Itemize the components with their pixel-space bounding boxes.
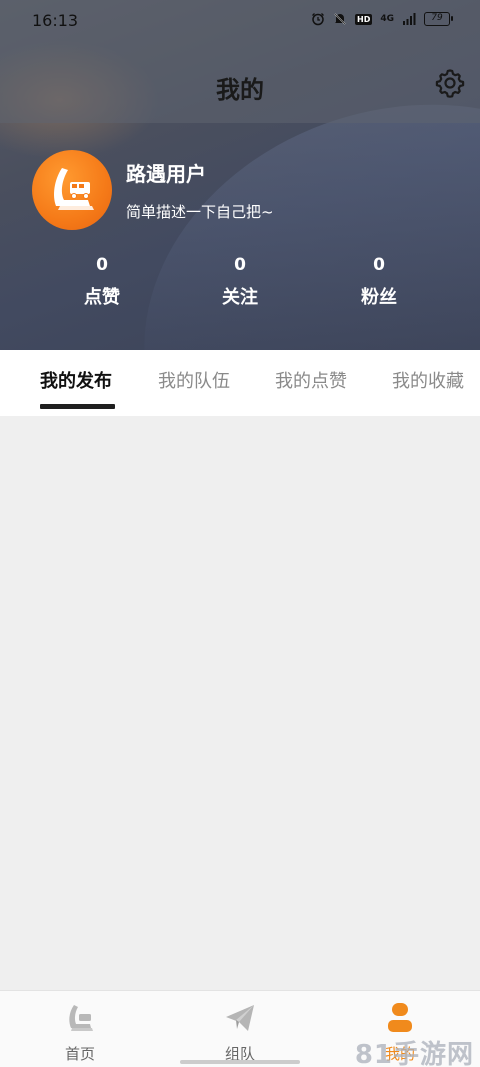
avatar[interactable]	[32, 150, 112, 230]
watermark: 81手游网	[354, 1040, 474, 1067]
nav-home-label: 首页	[64, 1045, 95, 1063]
stat-likes-label: 点赞	[84, 287, 120, 308]
paper-plane-icon	[226, 1005, 254, 1031]
tab-my-teams[interactable]: 我的队伍	[158, 367, 230, 393]
profile-tabs: 我的发布 我的队伍 我的点赞 我的收藏	[0, 350, 480, 416]
network-type: 4G	[380, 14, 394, 24]
user-icon	[388, 1003, 412, 1032]
profile-card[interactable]: 路遇用户 简单描述一下自己把~	[32, 150, 274, 230]
stat-following-label: 关注	[222, 287, 258, 308]
tab-my-posts[interactable]: 我的发布	[40, 367, 112, 393]
tab-active-indicator	[40, 404, 115, 409]
stat-fans-count: 0	[373, 255, 385, 275]
home-logo-icon	[69, 1005, 93, 1031]
status-bar: 16:13 HD 4G 79	[0, 0, 480, 40]
nav-home[interactable]: 首页	[40, 1001, 120, 1064]
user-info: 路遇用户 简单描述一下自己把~	[126, 158, 274, 222]
status-time: 16:13	[32, 11, 79, 30]
nav-team[interactable]: 组队	[200, 1001, 280, 1064]
page-title: 我的	[216, 76, 264, 104]
stat-fans-label: 粉丝	[361, 287, 397, 308]
battery-icon: 79	[424, 12, 453, 26]
settings-gear-icon[interactable]	[435, 68, 465, 98]
tab-my-favorites[interactable]: 我的收藏	[392, 367, 464, 393]
stat-likes-count: 0	[96, 255, 108, 275]
stat-likes[interactable]: 0 点赞	[62, 255, 142, 309]
content-area	[0, 416, 480, 990]
signal-icon	[403, 13, 416, 25]
stat-following-count: 0	[234, 255, 246, 275]
alarm-icon	[312, 13, 324, 26]
tab-my-likes[interactable]: 我的点赞	[275, 367, 347, 393]
stat-fans[interactable]: 0 粉丝	[339, 255, 419, 309]
status-icons: HD 4G 79	[311, 12, 453, 26]
app-logo-icon	[54, 168, 94, 210]
mute-bell-icon	[334, 13, 346, 25]
user-description[interactable]: 简单描述一下自己把~	[126, 201, 274, 222]
user-name: 路遇用户	[126, 162, 206, 186]
hd-icon: HD	[355, 13, 373, 25]
stat-following[interactable]: 0 关注	[200, 255, 280, 309]
battery-level: 79	[431, 13, 443, 23]
home-indicator	[180, 1060, 300, 1064]
